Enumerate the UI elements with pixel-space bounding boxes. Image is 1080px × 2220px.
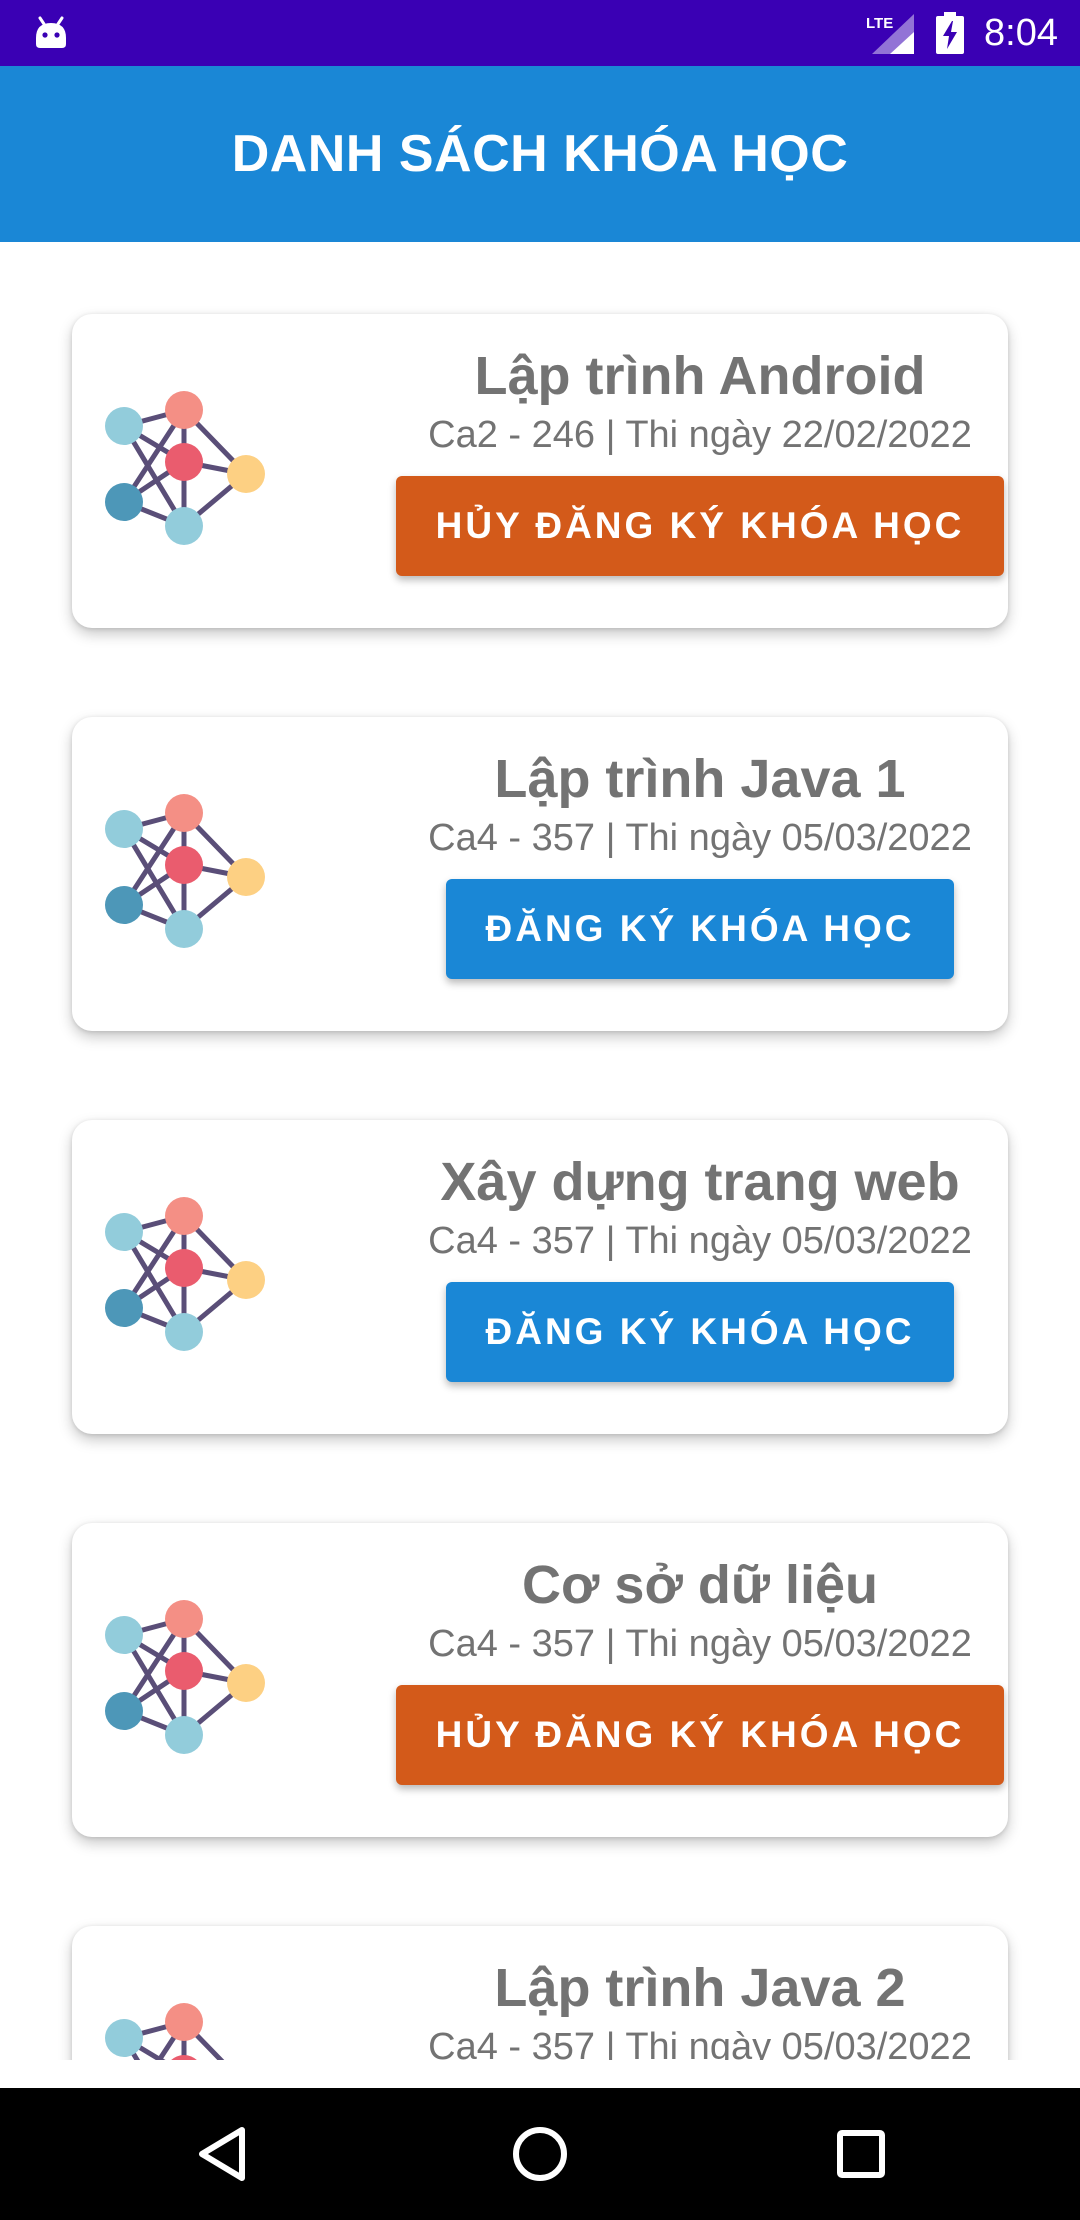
cancel-registration-button[interactable]: HỦY ĐĂNG KÝ KHÓA HỌC — [396, 476, 1004, 576]
neural-network-icon — [104, 1595, 272, 1771]
app-bar: DANH SÁCH KHÓA HỌC — [0, 66, 1080, 242]
course-card: Lập trình Android Ca2 - 246 | Thi ngày 2… — [72, 314, 1008, 628]
lte-signal-icon: LTE — [866, 14, 914, 54]
course-card: Lập trình Java 1 Ca4 - 357 | Thi ngày 05… — [72, 717, 1008, 1031]
course-name: Lập trình Android — [474, 346, 926, 406]
page-title: DANH SÁCH KHÓA HỌC — [231, 125, 849, 183]
course-exam-info: Ca4 - 357 | Thi ngày 05/03/2022 — [428, 817, 972, 859]
course-exam-info: Ca4 - 357 | Thi ngày 05/03/2022 — [428, 1220, 972, 1262]
neural-network-icon — [104, 789, 272, 965]
course-exam-info: Ca2 - 246 | Thi ngày 22/02/2022 — [428, 414, 972, 456]
network-type-label: LTE — [866, 15, 893, 32]
course-exam-info: Ca4 - 357 | Thi ngày 05/03/2022 — [428, 1623, 972, 1665]
clock: 8:04 — [984, 12, 1058, 54]
course-name: Cơ sở dữ liệu — [522, 1555, 878, 1615]
navigation-bar — [0, 2088, 1080, 2220]
battery-charging-icon — [936, 12, 964, 54]
neural-network-icon — [104, 1998, 272, 2060]
neural-network-icon — [104, 1192, 272, 1368]
home-icon[interactable] — [510, 2124, 570, 2184]
course-card: Xây dựng trang web Ca4 - 357 | Thi ngày … — [72, 1120, 1008, 1434]
course-card: Lập trình Java 2 Ca4 - 357 | Thi ngày 05… — [72, 1926, 1008, 2060]
course-list[interactable]: Lập trình Android Ca2 - 246 | Thi ngày 2… — [0, 242, 1080, 2060]
status-bar: LTE 8:04 — [0, 0, 1080, 66]
course-exam-info: Ca4 - 357 | Thi ngày 05/03/2022 — [428, 2026, 972, 2060]
course-name: Lập trình Java 2 — [494, 1958, 906, 2018]
cancel-registration-button[interactable]: HỦY ĐĂNG KÝ KHÓA HỌC — [396, 1685, 1004, 1785]
register-course-button[interactable]: ĐĂNG KÝ KHÓA HỌC — [446, 1282, 954, 1382]
neural-network-icon — [104, 386, 272, 562]
course-name: Lập trình Java 1 — [494, 749, 906, 809]
android-icon — [36, 16, 66, 48]
recents-icon[interactable] — [831, 2124, 891, 2184]
course-card: Cơ sở dữ liệu Ca4 - 357 | Thi ngày 05/03… — [72, 1523, 1008, 1837]
back-icon[interactable] — [194, 2124, 254, 2184]
course-name: Xây dựng trang web — [440, 1152, 960, 1212]
register-course-button[interactable]: ĐĂNG KÝ KHÓA HỌC — [446, 879, 954, 979]
